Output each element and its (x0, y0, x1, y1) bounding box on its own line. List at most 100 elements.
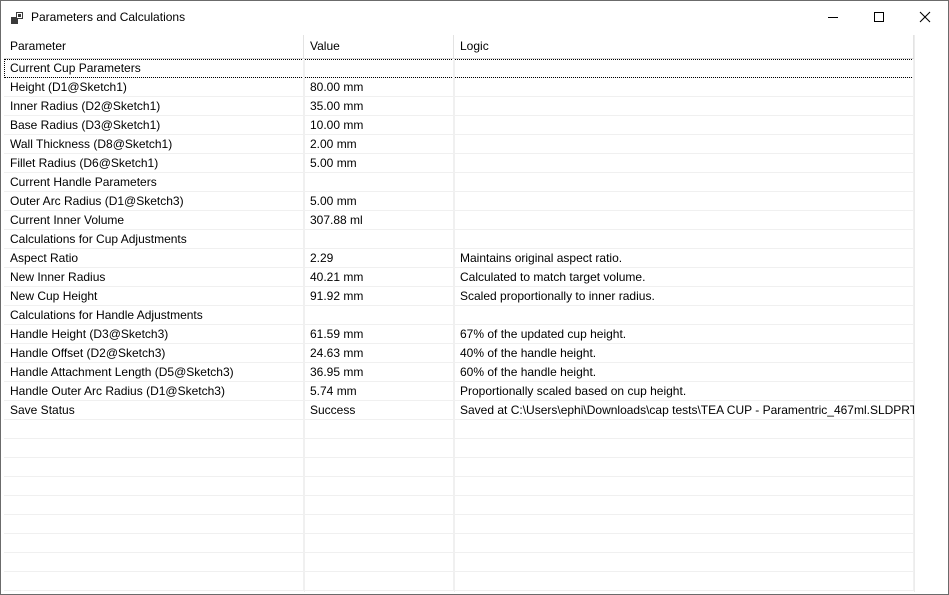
table-row[interactable]: Handle Outer Arc Radius (D1@Sketch3) 5.74… (4, 382, 914, 401)
empty-table-row (4, 420, 914, 439)
empty-table-row (4, 439, 914, 458)
cell-value[interactable] (304, 306, 454, 325)
table-row[interactable]: Handle Attachment Length (D5@Sketch3) 36.… (4, 363, 914, 382)
cell-value[interactable]: 40.21 mm (304, 268, 454, 287)
empty-cell (454, 534, 914, 553)
cell-parameter[interactable]: New Cup Height (4, 287, 304, 306)
empty-table-row (4, 572, 914, 591)
table-row[interactable]: Current Inner Volume 307.88 ml (4, 211, 914, 230)
cell-parameter[interactable]: Base Radius (D3@Sketch1) (4, 116, 304, 135)
cell-logic[interactable] (454, 135, 914, 154)
table-row[interactable]: Current Cup Parameters (4, 59, 914, 78)
cell-parameter[interactable]: Wall Thickness (D8@Sketch1) (4, 135, 304, 154)
cell-parameter[interactable]: Current Inner Volume (4, 211, 304, 230)
cell-value[interactable]: 5.74 mm (304, 382, 454, 401)
cell-logic[interactable] (454, 173, 914, 192)
cell-parameter[interactable]: New Inner Radius (4, 268, 304, 287)
table-row[interactable]: Inner Radius (D2@Sketch1) 35.00 mm (4, 97, 914, 116)
table-row[interactable]: Height (D1@Sketch1) 80.00 mm (4, 78, 914, 97)
cell-value[interactable]: 307.88 ml (304, 211, 454, 230)
cell-parameter[interactable]: Calculations for Cup Adjustments (4, 230, 304, 249)
cell-value[interactable] (304, 173, 454, 192)
cell-value[interactable]: 10.00 mm (304, 116, 454, 135)
table-row[interactable]: New Cup Height 91.92 mm Scaled proportiona… (4, 287, 914, 306)
table-row[interactable]: Save Status Success Saved at C:\Users\ephi… (4, 401, 917, 420)
cell-logic[interactable] (454, 59, 914, 78)
cell-parameter[interactable]: Save Status (4, 401, 304, 420)
cell-value[interactable]: 61.59 mm (304, 325, 454, 344)
cell-logic[interactable]: Maintains original aspect ratio. (454, 249, 914, 268)
empty-cell (4, 439, 304, 458)
grid-header: Parameter Value Logic (4, 35, 914, 59)
cell-logic[interactable] (454, 306, 914, 325)
cell-parameter[interactable]: Handle Attachment Length (D5@Sketch3) (4, 363, 304, 382)
cell-parameter[interactable]: Handle Offset (D2@Sketch3) (4, 344, 304, 363)
cell-value[interactable]: 2.00 mm (304, 135, 454, 154)
cell-value[interactable] (304, 230, 454, 249)
column-header-logic[interactable]: Logic (454, 35, 914, 58)
cell-parameter[interactable]: Outer Arc Radius (D1@Sketch3) (4, 192, 304, 211)
cell-logic[interactable] (454, 154, 914, 173)
table-row[interactable]: Fillet Radius (D6@Sketch1) 5.00 mm (4, 154, 914, 173)
close-button[interactable] (902, 1, 948, 33)
empty-cell (454, 515, 914, 534)
table-row[interactable]: Base Radius (D3@Sketch1) 10.00 mm (4, 116, 914, 135)
cell-parameter[interactable]: Height (D1@Sketch1) (4, 78, 304, 97)
cell-logic[interactable]: Saved at C:\Users\ephi\Downloads\cap tes… (454, 401, 917, 420)
table-row[interactable]: Current Handle Parameters (4, 173, 914, 192)
empty-cell (4, 477, 304, 496)
maximize-button[interactable] (856, 1, 902, 33)
column-header-parameter[interactable]: Parameter (4, 35, 304, 58)
grid-blank-area (914, 35, 947, 592)
table-row[interactable]: Handle Height (D3@Sketch3) 61.59 mm 67% of… (4, 325, 914, 344)
cell-value[interactable]: Success (304, 401, 454, 420)
cell-parameter[interactable]: Handle Outer Arc Radius (D1@Sketch3) (4, 382, 304, 401)
title-bar[interactable]: Parameters and Calculations (1, 1, 948, 33)
cell-logic[interactable] (454, 192, 914, 211)
cell-value[interactable]: 80.00 mm (304, 78, 454, 97)
cell-logic[interactable] (454, 230, 914, 249)
table-row[interactable]: Outer Arc Radius (D1@Sketch3) 5.00 mm (4, 192, 914, 211)
table-row[interactable]: Aspect Ratio 2.29 Maintains original aspec… (4, 249, 914, 268)
empty-cell (4, 534, 304, 553)
table-row[interactable]: New Inner Radius 40.21 mm Calculated to ma… (4, 268, 914, 287)
cell-value[interactable] (304, 59, 454, 78)
cell-value[interactable]: 5.00 mm (304, 154, 454, 173)
cell-logic[interactable] (454, 97, 914, 116)
empty-cell (454, 477, 914, 496)
empty-cell (454, 420, 914, 439)
table-row[interactable]: Calculations for Handle Adjustments (4, 306, 914, 325)
cell-parameter[interactable]: Fillet Radius (D6@Sketch1) (4, 154, 304, 173)
parameters-grid[interactable]: Parameter Value Logic Current Cup Parame… (4, 35, 947, 592)
table-row[interactable]: Wall Thickness (D8@Sketch1) 2.00 mm (4, 135, 914, 154)
cell-logic[interactable]: 60% of the handle height. (454, 363, 914, 382)
column-header-value[interactable]: Value (304, 35, 454, 58)
cell-parameter[interactable]: Aspect Ratio (4, 249, 304, 268)
cell-logic[interactable] (454, 78, 914, 97)
cell-value[interactable]: 2.29 (304, 249, 454, 268)
cell-logic[interactable]: Scaled proportionally to inner radius. (454, 287, 914, 306)
cell-parameter[interactable]: Current Handle Parameters (4, 173, 304, 192)
cell-logic[interactable]: 67% of the updated cup height. (454, 325, 914, 344)
cell-logic[interactable]: Calculated to match target volume. (454, 268, 914, 287)
empty-cell (4, 553, 304, 572)
cell-parameter[interactable]: Current Cup Parameters (4, 59, 304, 78)
cell-value[interactable]: 5.00 mm (304, 192, 454, 211)
window-title: Parameters and Calculations (31, 10, 186, 24)
table-row[interactable]: Handle Offset (D2@Sketch3) 24.63 mm 40% of… (4, 344, 914, 363)
table-row[interactable]: Calculations for Cup Adjustments (4, 230, 914, 249)
empty-cell (4, 420, 304, 439)
close-icon (919, 11, 931, 23)
cell-value[interactable]: 24.63 mm (304, 344, 454, 363)
cell-parameter[interactable]: Handle Height (D3@Sketch3) (4, 325, 304, 344)
cell-logic[interactable]: 40% of the handle height. (454, 344, 914, 363)
cell-logic[interactable] (454, 211, 914, 230)
cell-parameter[interactable]: Calculations for Handle Adjustments (4, 306, 304, 325)
cell-logic[interactable] (454, 116, 914, 135)
cell-value[interactable]: 35.00 mm (304, 97, 454, 116)
cell-logic[interactable]: Proportionally scaled based on cup heigh… (454, 382, 914, 401)
cell-value[interactable]: 91.92 mm (304, 287, 454, 306)
minimize-button[interactable] (810, 1, 856, 33)
cell-value[interactable]: 36.95 mm (304, 363, 454, 382)
cell-parameter[interactable]: Inner Radius (D2@Sketch1) (4, 97, 304, 116)
